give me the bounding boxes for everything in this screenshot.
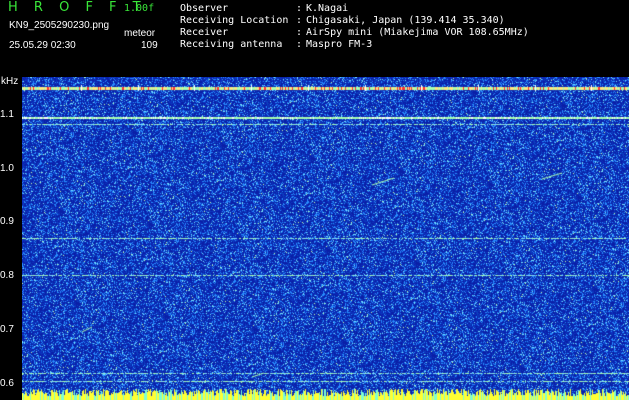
receiver-label: Receiver xyxy=(180,27,229,38)
spectrogram-plot xyxy=(22,77,629,400)
version-label: 1.00f xyxy=(124,3,155,14)
meteor-label: meteor xyxy=(124,28,156,39)
antenna-colon: : xyxy=(296,39,303,50)
header-panel: H R O F F T 1.00f KN9_2505290230.png 25.… xyxy=(0,0,629,76)
y-tick-label: 1.0 xyxy=(0,162,14,174)
antenna-value: Maspro FM-3 xyxy=(306,39,373,50)
receiver-colon: : xyxy=(296,27,303,38)
y-tick-label: 0.8 xyxy=(0,270,14,282)
spectrogram-canvas xyxy=(22,77,629,400)
y-tick-label: 1.1 xyxy=(0,108,14,120)
y-unit-label: kHz xyxy=(1,76,19,87)
observer-value: K.Nagai xyxy=(306,3,349,14)
antenna-label: Receiving antenna xyxy=(180,39,283,50)
datetime-label: 25.05.29 02:30 xyxy=(9,40,76,51)
filename-label: KN9_2505290230.png xyxy=(9,20,110,31)
y-tick-label: 0.6 xyxy=(0,377,14,389)
y-tick-label: 0.7 xyxy=(0,324,14,336)
location-colon: : xyxy=(296,15,303,26)
observer-colon: : xyxy=(296,3,303,14)
location-value: Chigasaki, Japan (139.414 35.340) xyxy=(306,15,505,26)
meteor-count: 109 xyxy=(141,40,158,51)
y-tick-label: 0.9 xyxy=(0,216,14,228)
receiver-value: AirSpy mini (Miakejima VOR 108.65MHz) xyxy=(306,27,529,38)
observer-label: Observer xyxy=(180,3,229,14)
location-label: Receiving Location xyxy=(180,15,289,26)
